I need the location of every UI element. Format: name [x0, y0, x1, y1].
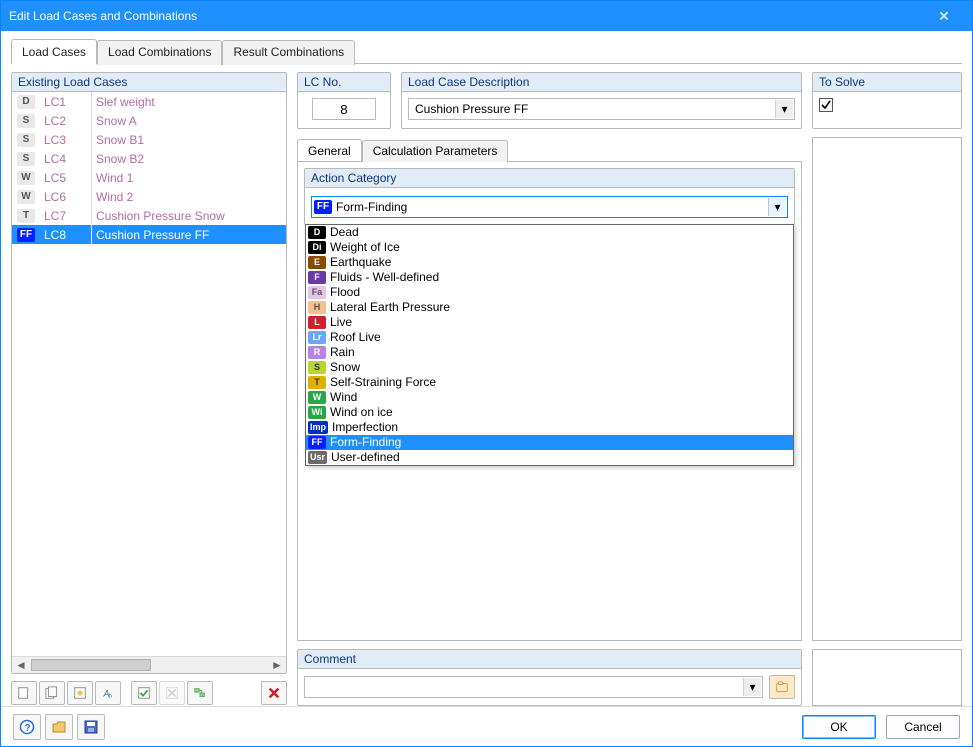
- description-group: Load Case Description Cushion Pressure F…: [401, 72, 802, 129]
- check-button[interactable]: [131, 681, 157, 705]
- comment-title: Comment: [298, 650, 801, 669]
- description-value: Cushion Pressure FF: [415, 102, 528, 116]
- dropdown-option[interactable]: DDead: [306, 225, 793, 240]
- bottom-row: Comment ▾: [297, 649, 962, 706]
- comment-pick-button[interactable]: [769, 675, 795, 699]
- svg-text:b: b: [109, 693, 112, 699]
- chevron-down-icon: ▾: [775, 100, 793, 118]
- table-row[interactable]: WLC5Wind 1: [12, 168, 286, 187]
- lc-no-title: LC No.: [298, 73, 390, 92]
- right-pane: LC No. Load Case Description Cushion Pre…: [297, 72, 962, 706]
- select-button[interactable]: [187, 681, 213, 705]
- to-solve-group: To Solve: [812, 72, 962, 129]
- new-button[interactable]: [11, 681, 37, 705]
- preview-panel: [812, 137, 962, 641]
- tab-general[interactable]: General: [297, 139, 362, 161]
- svg-text:?: ?: [25, 723, 31, 734]
- table-row[interactable]: TLC7Cushion Pressure Snow: [12, 206, 286, 225]
- scroll-left-icon[interactable]: ◄: [14, 658, 28, 672]
- action-category-selected: Form-Finding: [336, 200, 407, 214]
- dropdown-option[interactable]: ImpImperfection: [306, 420, 793, 435]
- scroll-thumb[interactable]: [31, 659, 151, 671]
- dropdown-option[interactable]: WiWind on ice: [306, 405, 793, 420]
- action-category-group: Action Category FF Form-Finding ▾: [304, 168, 795, 225]
- action-category-dropdown[interactable]: DDeadDiWeight of IceEEarthquakeFFluids -…: [305, 224, 794, 466]
- chevron-down-icon: ▾: [743, 678, 761, 696]
- tab-load-combinations[interactable]: Load Combinations: [97, 40, 222, 65]
- action-category-select[interactable]: FF Form-Finding ▾: [311, 196, 788, 218]
- window-title: Edit Load Cases and Combinations: [9, 9, 197, 23]
- lc-no-input[interactable]: [312, 98, 376, 120]
- to-solve-checkbox[interactable]: [819, 98, 833, 112]
- dropdown-option[interactable]: FaFlood: [306, 285, 793, 300]
- existing-title: Existing Load Cases: [12, 73, 286, 92]
- inner-tabs-row: General Calculation Parameters Action Ca…: [297, 137, 962, 641]
- action-category-title: Action Category: [305, 169, 794, 188]
- selected-tag-icon: FF: [314, 200, 332, 214]
- panel-area: Existing Load Cases DLC1Slef weightSLC2S…: [11, 64, 962, 706]
- lc-no-group: LC No.: [297, 72, 391, 129]
- dropdown-option[interactable]: SSnow: [306, 360, 793, 375]
- dropdown-option[interactable]: FFForm-Finding: [306, 435, 793, 450]
- inner-tabs: General Calculation Parameters: [297, 139, 802, 161]
- detail-row: LC No. Load Case Description Cushion Pre…: [297, 72, 962, 129]
- dropdown-option[interactable]: LrRoof Live: [306, 330, 793, 345]
- table-row[interactable]: SLC2Snow A: [12, 111, 286, 130]
- bottom-right-panel: [812, 649, 962, 706]
- close-icon[interactable]: ✕: [924, 8, 964, 25]
- titlebar: Edit Load Cases and Combinations ✕: [1, 1, 972, 31]
- comment-group: Comment ▾: [297, 649, 802, 706]
- table-row[interactable]: SLC4Snow B2: [12, 149, 286, 168]
- existing-load-cases: Existing Load Cases DLC1Slef weightSLC2S…: [11, 72, 287, 674]
- dropdown-option[interactable]: TSelf-Straining Force: [306, 375, 793, 390]
- comment-select[interactable]: ▾: [304, 676, 763, 698]
- open-button[interactable]: [45, 714, 73, 740]
- uncheck-button: [159, 681, 185, 705]
- table-row[interactable]: DLC1Slef weight: [12, 92, 286, 111]
- content: Load Cases Load Combinations Result Comb…: [1, 31, 972, 706]
- table-row[interactable]: WLC6Wind 2: [12, 187, 286, 206]
- save-button[interactable]: [77, 714, 105, 740]
- to-solve-title: To Solve: [813, 73, 961, 92]
- ok-button[interactable]: OK: [802, 715, 876, 739]
- copy-button[interactable]: [39, 681, 65, 705]
- tab-result-combinations[interactable]: Result Combinations: [222, 40, 355, 65]
- dropdown-option[interactable]: EEarthquake: [306, 255, 793, 270]
- scroll-right-icon[interactable]: ►: [270, 658, 284, 672]
- dropdown-option[interactable]: LLive: [306, 315, 793, 330]
- left-pane: Existing Load Cases DLC1Slef weightSLC2S…: [11, 72, 287, 706]
- footer: ? OK Cancel: [1, 706, 972, 746]
- chevron-down-icon: ▾: [768, 198, 786, 216]
- dropdown-option[interactable]: RRain: [306, 345, 793, 360]
- horizontal-scrollbar[interactable]: ◄ ►: [12, 656, 286, 673]
- main-tabs: Load Cases Load Combinations Result Comb…: [11, 39, 962, 64]
- tab-calculation-parameters[interactable]: Calculation Parameters: [362, 140, 509, 162]
- dialog-window: Edit Load Cases and Combinations ✕ Load …: [0, 0, 973, 747]
- help-button[interactable]: ?: [13, 714, 41, 740]
- rename-button[interactable]: Ab: [95, 681, 121, 705]
- cancel-button[interactable]: Cancel: [886, 715, 960, 739]
- dropdown-option[interactable]: DiWeight of Ice: [306, 240, 793, 255]
- description-select[interactable]: Cushion Pressure FF ▾: [408, 98, 795, 120]
- delete-button[interactable]: [261, 681, 287, 705]
- wizard-button[interactable]: [67, 681, 93, 705]
- dropdown-option[interactable]: UsrUser-defined: [306, 450, 793, 465]
- description-title: Load Case Description: [402, 73, 801, 92]
- load-case-table: DLC1Slef weightSLC2Snow ASLC3Snow B1SLC4…: [12, 92, 286, 656]
- table-row[interactable]: FFLC8Cushion Pressure FF: [12, 225, 286, 244]
- dropdown-option[interactable]: HLateral Earth Pressure: [306, 300, 793, 315]
- left-toolbar: Ab: [11, 680, 287, 706]
- table-row[interactable]: SLC3Snow B1: [12, 130, 286, 149]
- tab-load-cases[interactable]: Load Cases: [11, 39, 97, 64]
- dropdown-option[interactable]: FFluids - Well-defined: [306, 270, 793, 285]
- dropdown-option[interactable]: WWind: [306, 390, 793, 405]
- general-panel: Action Category FF Form-Finding ▾: [297, 161, 802, 641]
